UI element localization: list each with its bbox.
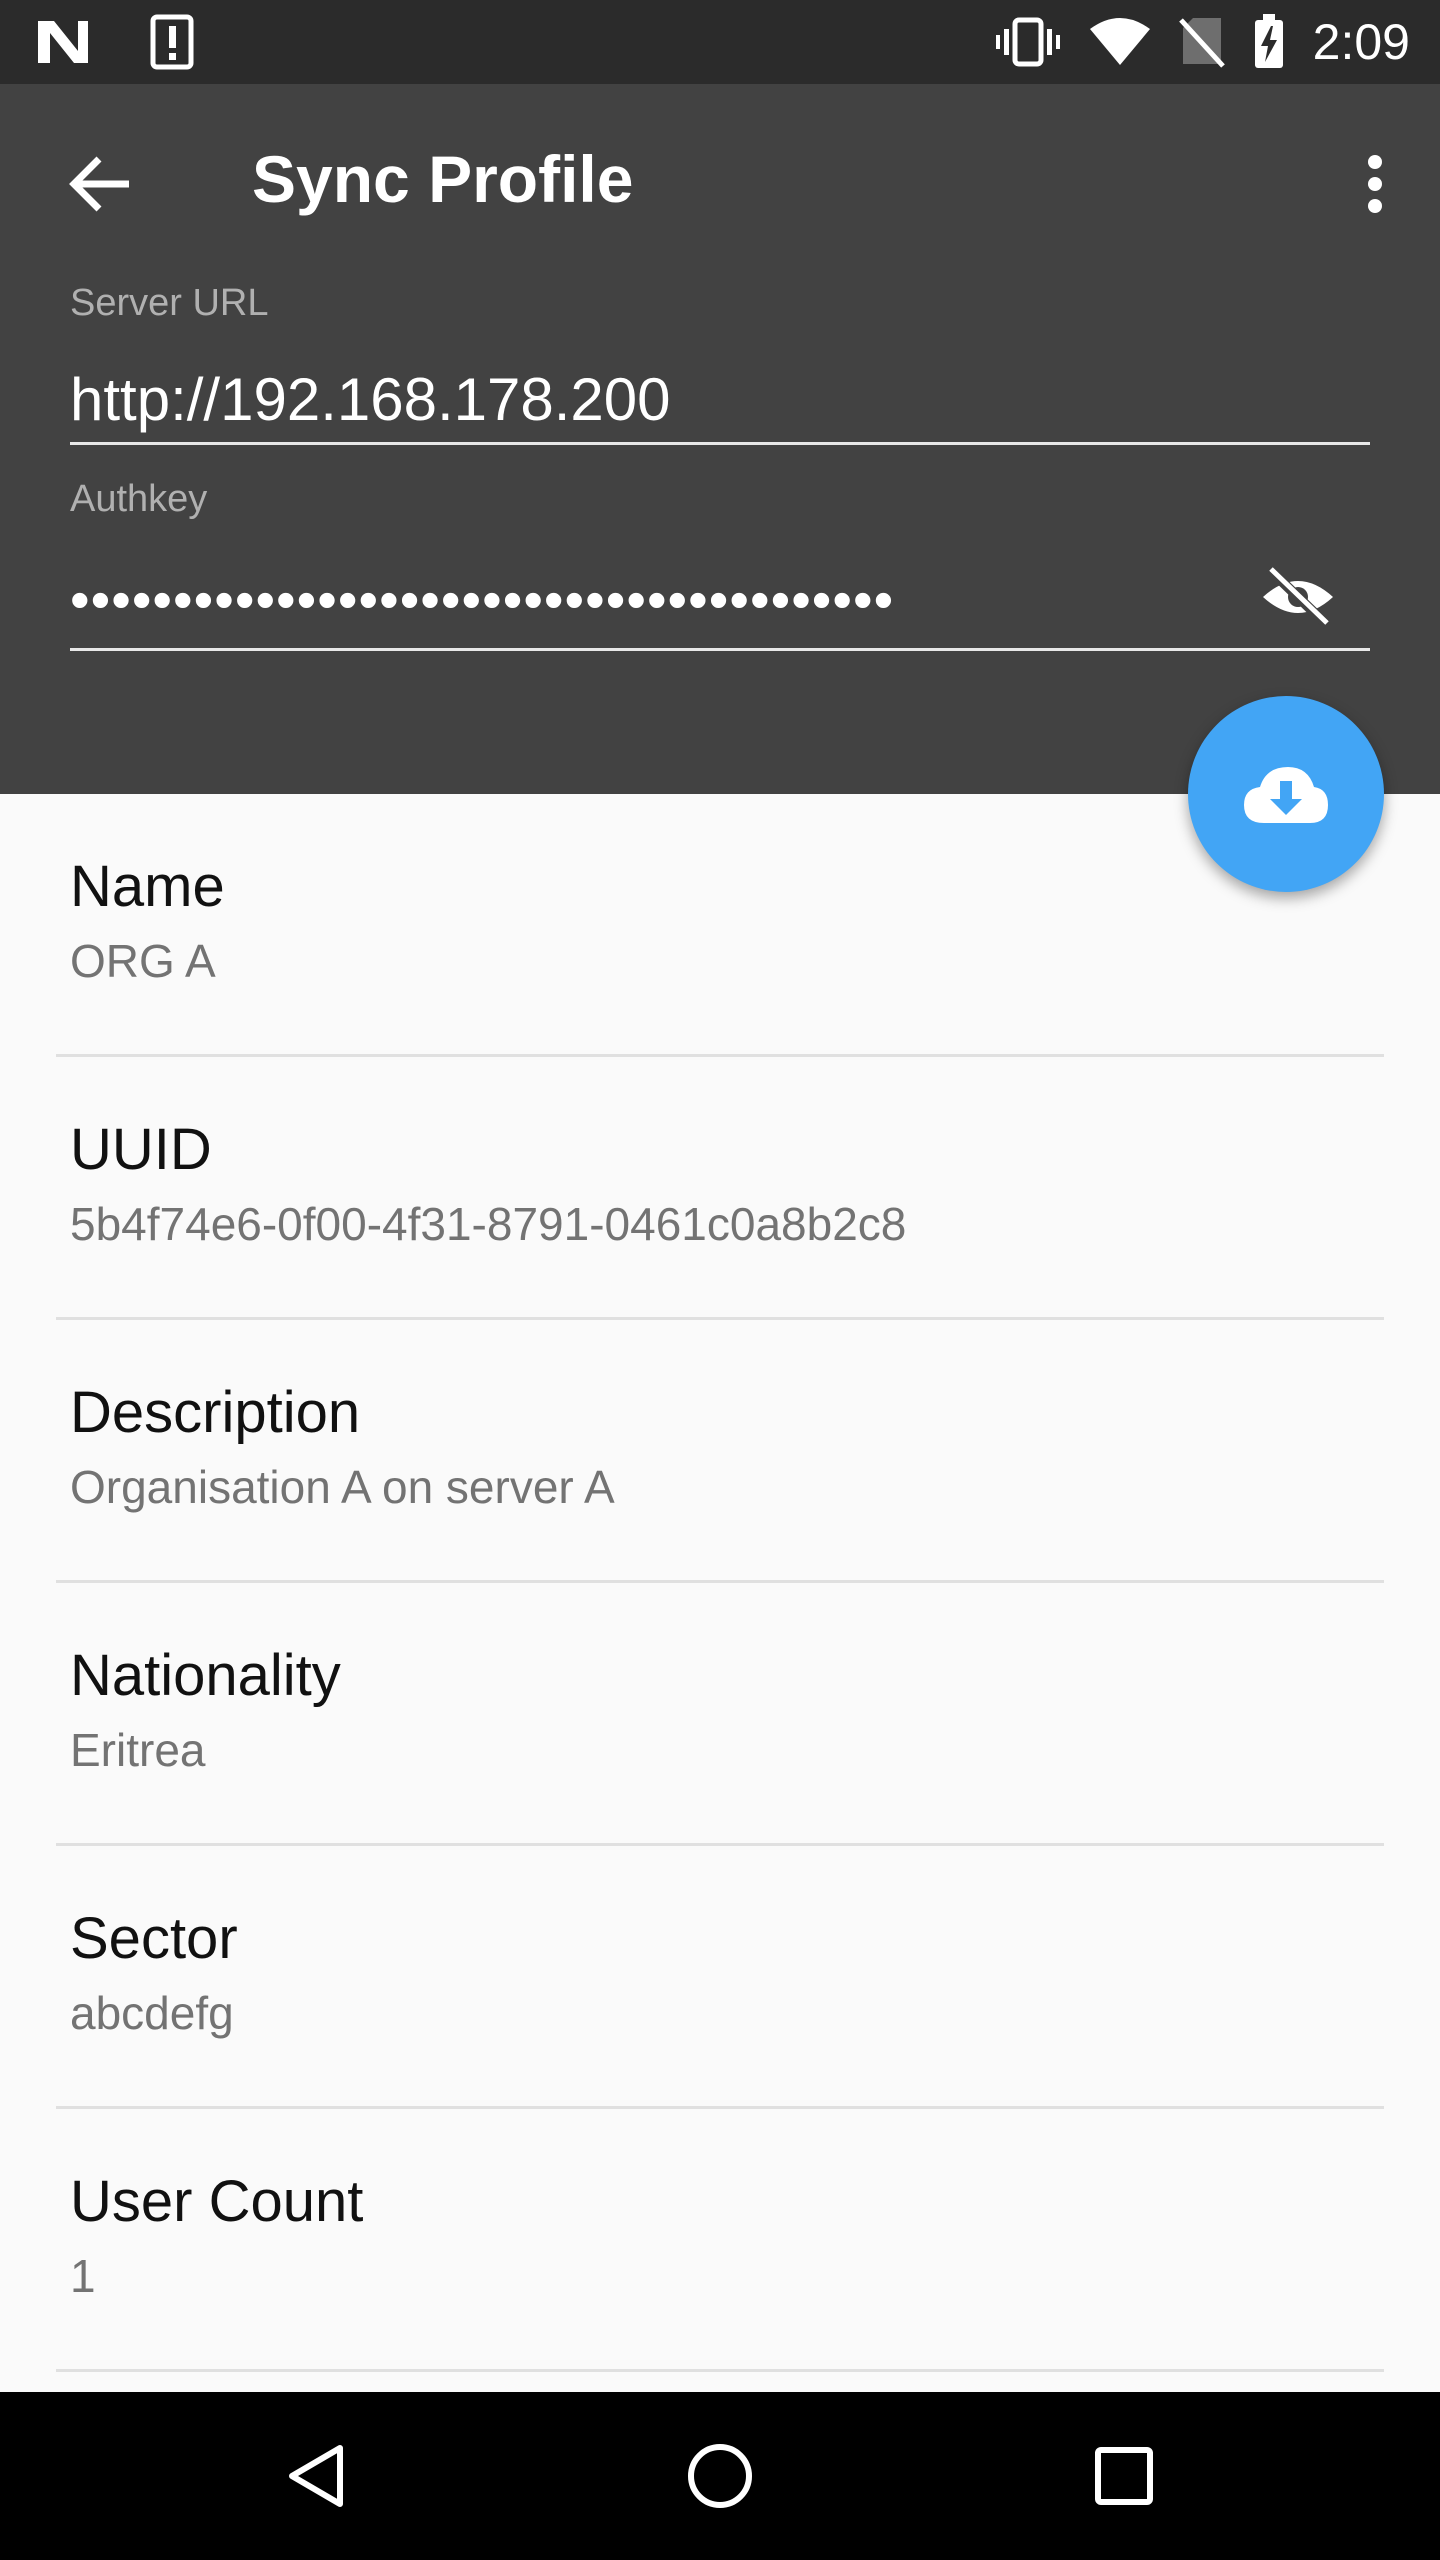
- item-title: Sector: [70, 1906, 238, 1971]
- back-button[interactable]: [60, 144, 140, 224]
- server-url-input[interactable]: http://192.168.178.200: [70, 370, 671, 430]
- item-value: abcdefg: [70, 1987, 234, 2039]
- no-sim-icon: [1178, 18, 1225, 68]
- status-left: [34, 14, 194, 70]
- n-logo-icon: [38, 21, 88, 63]
- status-time: 2:09: [1312, 14, 1410, 70]
- overflow-menu-button[interactable]: [1350, 144, 1400, 224]
- item-title: UUID: [70, 1117, 212, 1182]
- list-item-name: Name ORG A: [0, 794, 1440, 1057]
- authkey-input[interactable]: ••••••••••••••••••••••••••••••••••••••••: [70, 572, 894, 628]
- list-item-user-count: User Count 1: [0, 2109, 1440, 2372]
- recents-square-icon: [1095, 2447, 1153, 2505]
- vibrate-icon: [995, 17, 1060, 67]
- server-url-underline: [70, 442, 1370, 445]
- back-triangle-icon: [289, 2445, 343, 2507]
- item-value: 5b4f74e6-0f00-4f31-8791-0461c0a8b2c8: [70, 1198, 907, 1250]
- more-vert-icon: [1368, 155, 1382, 213]
- status-right: 2:09: [995, 8, 1410, 76]
- list-item-nationality: Nationality Eritrea: [0, 1583, 1440, 1846]
- battery-charging-icon: [1254, 14, 1283, 68]
- visibility-off-icon: [1263, 565, 1333, 629]
- status-bar: 2:09: [0, 0, 1440, 84]
- navigation-bar: [0, 2392, 1440, 2560]
- list-item-uuid: UUID 5b4f74e6-0f00-4f31-8791-0461c0a8b2c…: [0, 1057, 1440, 1320]
- server-url-label: Server URL: [70, 282, 269, 324]
- nav-recents-button[interactable]: [1044, 2392, 1204, 2560]
- toggle-visibility-button[interactable]: [1258, 562, 1338, 632]
- alert-icon: [150, 14, 194, 70]
- wifi-icon: [1089, 18, 1150, 65]
- item-title: Name: [70, 854, 225, 919]
- item-value: ORG A: [70, 935, 216, 987]
- item-value: Eritrea: [70, 1724, 206, 1776]
- list-item-sector: Sector abcdefg: [0, 1846, 1440, 2109]
- home-circle-icon: [688, 2444, 752, 2508]
- item-value: Organisation A on server A: [70, 1461, 615, 1513]
- authkey-label: Authkey: [70, 478, 208, 520]
- arrow-back-icon: [69, 156, 129, 212]
- item-title: Nationality: [70, 1643, 341, 1708]
- app-header: Sync Profile Server URL http://192.168.1…: [0, 84, 1440, 794]
- item-title: Description: [70, 1380, 361, 1445]
- authkey-underline: [70, 648, 1370, 651]
- page-title: Sync Profile: [252, 142, 634, 216]
- item-value: 1: [70, 2250, 96, 2302]
- nav-back-button[interactable]: [236, 2392, 396, 2560]
- item-title: User Count: [70, 2169, 364, 2234]
- profile-details-list: Name ORG A UUID 5b4f74e6-0f00-4f31-8791-…: [0, 794, 1440, 2372]
- list-item-description: Description Organisation A on server A: [0, 1320, 1440, 1583]
- divider: [56, 2369, 1384, 2372]
- nav-home-button[interactable]: [640, 2392, 800, 2560]
